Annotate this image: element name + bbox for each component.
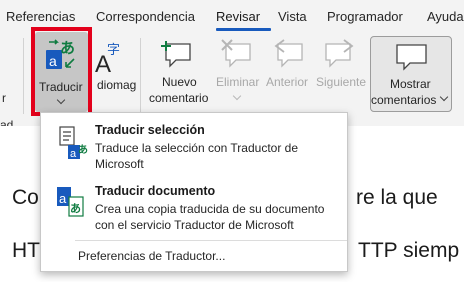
language-button-label[interactable]: diomag [97,78,136,92]
show-comments-icon [396,44,427,71]
active-tab-indicator [216,28,271,31]
tab-correspondencia[interactable]: Correspondencia [96,9,195,24]
new-comment-icon [161,41,191,68]
show-comments-label-1: Mostrar [390,77,431,91]
delete-comment-label[interactable]: Eliminar [216,75,259,89]
delete-comment-icon [221,39,251,68]
translate-selection-description: Traduce la selección con Traductor de Mi… [95,141,298,171]
translate-selection-title: Traducir selección [95,123,205,137]
new-comment-label-1[interactable]: Nuevo [162,75,197,89]
ribbon-separator [23,38,24,114]
tab-revisar[interactable]: Revisar [216,9,260,24]
new-comment-label-2[interactable]: comentario [149,91,208,105]
svg-text:字: 字 [107,43,120,58]
previous-comment-icon [274,39,303,68]
next-comment-label[interactable]: Siguiente [316,75,366,89]
document-text-line1-left: Co [12,186,39,209]
translate-document-title: Traducir documento [95,184,216,198]
translate-selection-icon: a あ [59,126,88,160]
svg-text:あ: あ [78,143,88,156]
ribbon-cut-label: r [2,91,6,105]
translate-document-icon: a あ [57,187,84,217]
translate-highlight-box [31,27,92,116]
tab-ayuda[interactable]: Ayuda [427,9,464,24]
menu-item-translate-selection[interactable]: a あ Traducir selección Traduce la selecc… [41,119,347,177]
language-icon: A 字 [95,43,120,76]
next-comment-icon [325,39,354,68]
translate-document-description: Crea una copia traducida de su documento… [95,202,325,232]
translator-preferences-item[interactable]: Preferencias de Traductor... [78,249,225,263]
menu-separator [75,240,347,241]
svg-text:a: a [70,148,77,160]
document-text-line1-right: re la que [356,186,438,209]
svg-text:a: a [59,191,67,206]
previous-comment-label[interactable]: Anterior [266,75,308,89]
ribbon-separator [140,38,141,114]
svg-text:あ: あ [70,202,81,215]
tab-referencias[interactable]: Referencias [6,9,75,24]
tab-programador[interactable]: Programador [327,9,403,24]
translate-dropdown-menu: a あ Traducir selección Traduce la selecc… [40,112,348,272]
tab-vista[interactable]: Vista [278,9,307,24]
show-comments-label-2: comentarios [371,93,437,107]
document-text-line2-right: TTP siemp [358,239,460,262]
document-text-line2-left: HT [12,239,40,262]
menu-item-translate-document[interactable]: a あ Traducir documento Crea una copia tr… [41,179,347,237]
